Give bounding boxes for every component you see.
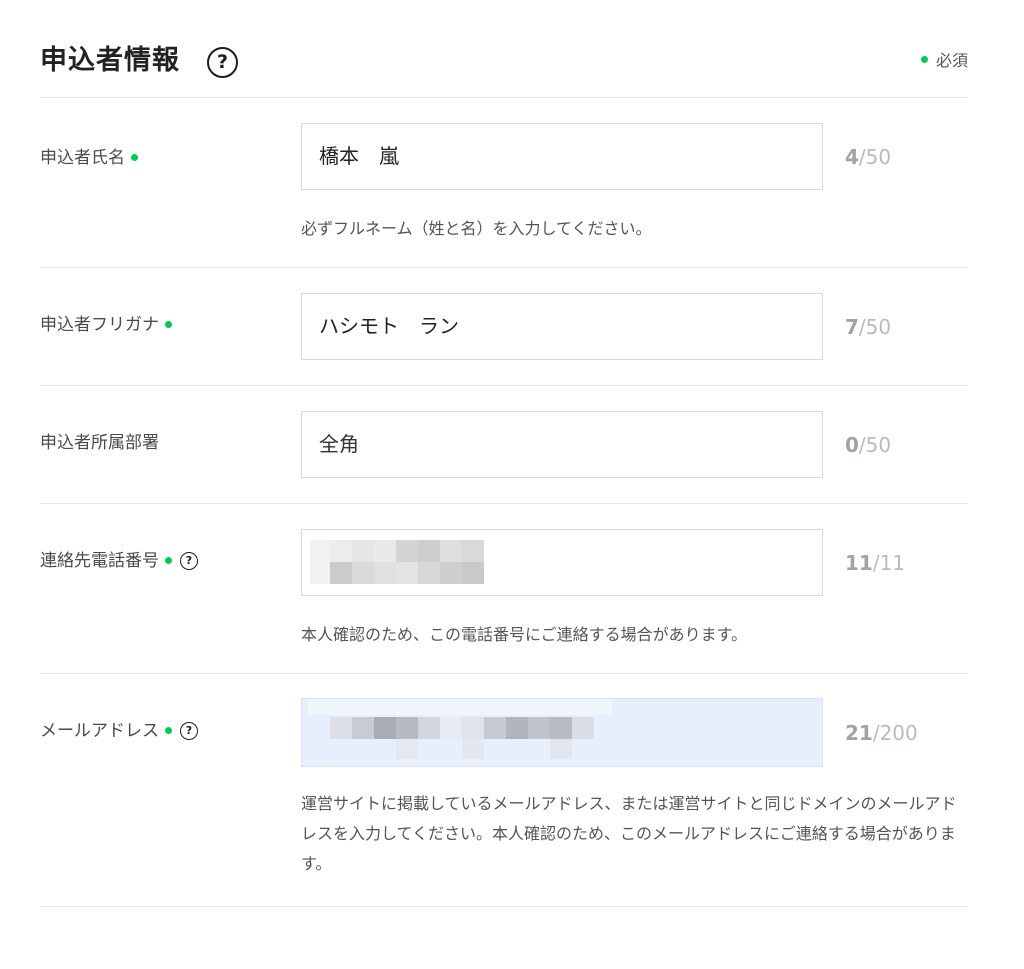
help-icon[interactable]: ? xyxy=(180,552,198,570)
field-row-email: メールアドレス? 21/200 運営サイトに掲載しているメールアドレス、または運… xyxy=(40,674,968,907)
field-label-text: 連絡先電話番号 xyxy=(40,551,159,571)
char-max: /11 xyxy=(872,551,906,575)
required-dot-icon xyxy=(131,153,138,161)
applicant-furigana-input[interactable]: ハシモト ラン xyxy=(301,293,823,360)
field-row-applicant-department: 申込者所属部署 全角 0/50 xyxy=(40,386,968,504)
char-max: /200 xyxy=(872,721,918,745)
field-row-applicant-furigana: 申込者フリガナ ハシモト ラン 7/50 xyxy=(40,268,968,386)
applicant-name-counter: 4/50 xyxy=(845,144,891,170)
field-label-applicant-name: 申込者氏名 xyxy=(40,147,138,169)
email-counter: 21/200 xyxy=(845,720,918,746)
required-dot-icon xyxy=(165,556,172,564)
char-count: 11 xyxy=(845,551,873,575)
email-input[interactable] xyxy=(301,698,823,767)
required-legend-label: 必須 xyxy=(935,51,968,70)
redacted-value xyxy=(302,699,822,766)
field-label-text: 申込者氏名 xyxy=(40,148,125,168)
phone-input[interactable] xyxy=(301,529,823,596)
help-icon[interactable]: ? xyxy=(180,722,198,740)
required-dot-icon xyxy=(920,56,928,63)
section-header: 申込者情報 ? 必須 xyxy=(40,0,968,98)
char-count: 21 xyxy=(845,721,873,745)
field-row-phone: 連絡先電話番号? 11/11 本人確認のため、この電話番号にご連絡する場合があり… xyxy=(40,504,968,674)
help-icon[interactable]: ? xyxy=(207,47,238,78)
field-label-text: 申込者フリガナ xyxy=(40,315,159,335)
required-dot-icon xyxy=(165,726,172,734)
char-count: 4 xyxy=(845,145,859,169)
phone-counter: 11/11 xyxy=(845,550,905,576)
char-count: 7 xyxy=(845,315,859,339)
applicant-department-counter: 0/50 xyxy=(845,432,891,458)
applicant-name-input[interactable]: 橋本 嵐 xyxy=(301,123,823,190)
char-count: 0 xyxy=(845,433,859,457)
applicant-info-section: 申込者情報 ? 必須 申込者氏名 橋本 嵐 4/50 必ずフルネーム（姓と名）を… xyxy=(40,0,968,907)
field-label-email: メールアドレス? xyxy=(40,720,198,742)
field-label-text: 申込者所属部署 xyxy=(40,433,159,453)
required-dot-icon xyxy=(165,320,172,328)
applicant-name-hint: 必ずフルネーム（姓と名）を入力してください。 xyxy=(301,219,652,238)
field-label-text: メールアドレス xyxy=(40,721,159,741)
field-row-applicant-name: 申込者氏名 橋本 嵐 4/50 必ずフルネーム（姓と名）を入力してください。 xyxy=(40,98,968,268)
email-hint: 運営サイトに掲載しているメールアドレス、または運営サイトと同じドメインのメールア… xyxy=(301,794,957,873)
required-legend: 必須 xyxy=(920,51,968,71)
redacted-value xyxy=(302,530,822,595)
applicant-department-input[interactable]: 全角 xyxy=(301,411,823,478)
field-label-applicant-furigana: 申込者フリガナ xyxy=(40,314,172,336)
char-max: /50 xyxy=(858,433,892,457)
field-label-applicant-department: 申込者所属部署 xyxy=(40,432,159,454)
field-label-phone: 連絡先電話番号? xyxy=(40,550,198,572)
applicant-furigana-counter: 7/50 xyxy=(845,314,891,340)
section-title: 申込者情報 xyxy=(40,45,180,76)
char-max: /50 xyxy=(858,315,892,339)
char-max: /50 xyxy=(858,145,892,169)
phone-hint: 本人確認のため、この電話番号にご連絡する場合があります。 xyxy=(301,625,748,644)
